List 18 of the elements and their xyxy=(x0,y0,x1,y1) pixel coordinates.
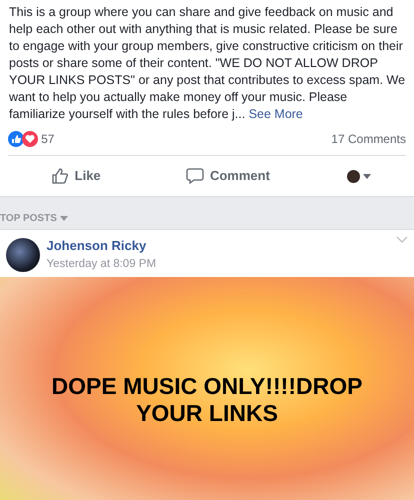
heart-reaction-icon xyxy=(22,131,38,147)
post-text: DOPE MUSIC ONLY!!!!DROP YOUR LINKS xyxy=(50,373,364,427)
caret-icon xyxy=(60,216,68,221)
avatar-icon xyxy=(347,170,360,182)
audience-selector[interactable] xyxy=(347,170,372,182)
group-description: This is a group where you can share and give feedback on music and help each other out with anything that is music related. Please be sure to engage with your group members, give constructive criticism on their posts or share some of their content. "WE DO NOT ALLOW DROP YOUR LINKS POSTS" or any post that contributes to excess spam. We want to help you actually make money off your music. Please familiarize yourself with the rules before j... See More xyxy=(8,4,406,123)
caret-icon xyxy=(363,174,372,178)
author-name[interactable]: Johenson Ricky xyxy=(46,236,156,256)
like-button[interactable]: Like xyxy=(42,162,109,190)
thumbs-up-icon xyxy=(50,167,69,185)
speech-bubble-icon xyxy=(186,167,204,185)
reaction-count[interactable]: 57 xyxy=(41,130,54,148)
post-time[interactable]: Yesterday at 8:09 PM xyxy=(46,256,156,273)
like-reaction-icon xyxy=(8,131,24,147)
comment-button[interactable]: Comment xyxy=(178,162,278,190)
comments-count[interactable]: 17 Comments xyxy=(331,130,406,148)
author-avatar[interactable] xyxy=(6,238,40,272)
see-more-link[interactable]: See More xyxy=(248,107,303,121)
